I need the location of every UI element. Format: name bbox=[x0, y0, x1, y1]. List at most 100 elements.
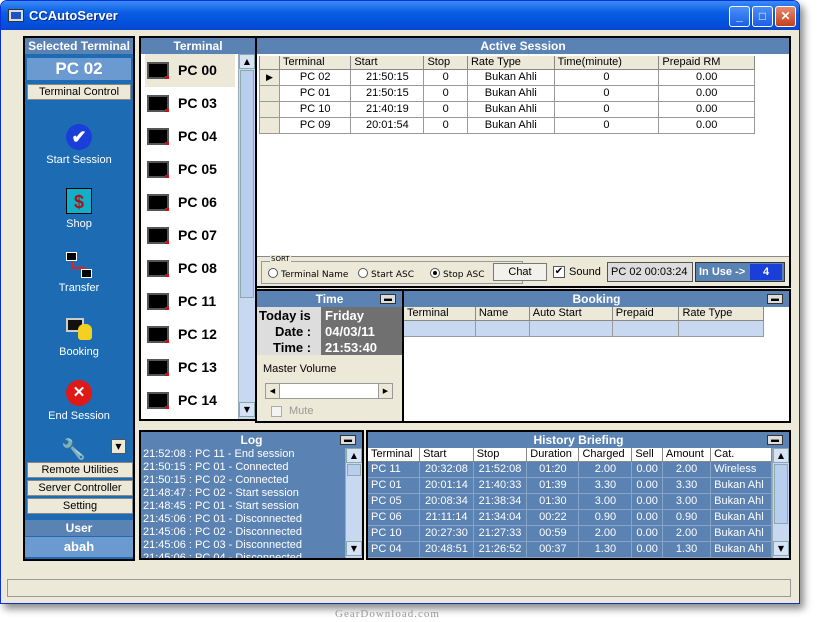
column-header[interactable]: Cat. bbox=[710, 448, 772, 462]
log-scroll-thumb[interactable] bbox=[347, 464, 361, 476]
history-scroll-down-arrow[interactable]: ▼ bbox=[773, 541, 789, 556]
sound-checkbox[interactable]: ✔ bbox=[553, 266, 565, 278]
terminal-scrollbar[interactable]: ▲ ▼ bbox=[238, 54, 255, 419]
collapse-log-button[interactable]: ▬ bbox=[340, 435, 356, 445]
scroll-up-arrow[interactable]: ▲ bbox=[239, 54, 255, 69]
terminal-item[interactable]: PC 11 bbox=[145, 285, 235, 318]
column-header[interactable]: Name bbox=[475, 307, 530, 321]
log-list[interactable]: 21:52:08 : PC 11 - End session 21:50:15 :… bbox=[141, 448, 345, 558]
column-header[interactable]: Start bbox=[419, 448, 474, 462]
history-header: History Briefing ▬ bbox=[368, 432, 789, 448]
column-header[interactable]: Sell bbox=[631, 448, 663, 462]
table-row[interactable]: PC 01 20:01:14 21:40:33 01:39 3.30 0.00 3.30 Bu… bbox=[368, 477, 772, 494]
maximize-button[interactable]: □ bbox=[752, 6, 773, 27]
remote-utilities-button[interactable]: Remote Utilities bbox=[27, 462, 133, 478]
more-dropdown-button[interactable]: ▼ bbox=[111, 439, 126, 454]
column-header[interactable]: Duration bbox=[526, 448, 580, 462]
terminal-item[interactable]: PC 12 bbox=[145, 318, 235, 351]
column-header[interactable]: Rate Type bbox=[467, 56, 555, 70]
table-row[interactable]: PC 05 20:08:34 21:38:34 01:30 3.00 0.00 3.00 Bu… bbox=[368, 493, 772, 510]
close-button[interactable]: ✕ bbox=[775, 6, 796, 27]
table-row[interactable]: PC 09 20:01:54 0 Bukan Ahli 0 0.00 bbox=[259, 117, 755, 134]
setting-button[interactable]: Setting bbox=[27, 498, 133, 514]
transfer-button[interactable]: Transfer bbox=[27, 246, 131, 304]
table-cell: 0.00 bbox=[658, 85, 755, 102]
table-row[interactable]: PC 10 20:27:30 21:27:33 00:59 2.00 0.00 2.00 Bu… bbox=[368, 525, 772, 542]
log-scrollbar[interactable]: ▲ ▼ bbox=[345, 448, 362, 558]
collapse-history-button[interactable]: ▬ bbox=[767, 435, 783, 445]
column-header[interactable]: Terminal bbox=[368, 448, 421, 462]
column-header[interactable]: Stop bbox=[423, 56, 468, 70]
log-entry: 21:48:45 : PC 01 - Start session bbox=[143, 500, 299, 512]
column-header[interactable]: Terminal bbox=[279, 56, 352, 70]
table-cell: PC 02 bbox=[279, 69, 352, 86]
end-session-button[interactable]: ✕ End Session bbox=[27, 374, 131, 432]
terminal-item[interactable]: PC 06 bbox=[145, 186, 235, 219]
history-scroll-up-arrow[interactable]: ▲ bbox=[773, 448, 789, 463]
column-header[interactable]: Auto Start bbox=[529, 307, 613, 321]
table-row[interactable]: PC 01 21:50:15 0 Bukan Ahli 0 0.00 bbox=[259, 85, 755, 102]
volume-slider[interactable]: ◀ ▶ bbox=[265, 383, 393, 399]
sort-terminal-name-radio[interactable]: Terminal Name bbox=[268, 268, 348, 280]
server-controller-button[interactable]: Server Controller bbox=[27, 480, 133, 496]
date-value: 04/03/11 bbox=[325, 324, 375, 339]
row-selector[interactable]: ▶ bbox=[259, 69, 280, 86]
title-bar[interactable]: CCAutoServer _ □ ✕ bbox=[1, 1, 799, 30]
shop-button[interactable]: $ Shop bbox=[27, 182, 131, 240]
table-row[interactable]: ▶ PC 02 21:50:15 0 Bukan Ahli 0 0.00 bbox=[259, 69, 755, 86]
column-header[interactable]: Terminal bbox=[404, 307, 476, 321]
terminal-control-tab[interactable]: Terminal Control bbox=[27, 84, 131, 100]
sort-stop-asc-radio[interactable]: Stop ASC bbox=[430, 268, 484, 280]
table-cell: 0.00 bbox=[658, 69, 755, 86]
terminal-item[interactable]: PC 03 bbox=[145, 87, 235, 120]
column-header[interactable]: Rate Type bbox=[678, 307, 764, 321]
in-use-count: 4 bbox=[750, 264, 782, 280]
minimize-button[interactable]: _ bbox=[729, 6, 750, 27]
column-header[interactable]: Stop bbox=[473, 448, 528, 462]
wrench-icon[interactable]: 🔧 bbox=[61, 438, 86, 460]
table-cell: 2.00 bbox=[578, 461, 633, 478]
chat-button[interactable]: Chat bbox=[493, 263, 547, 281]
table-cell: 0 bbox=[423, 101, 468, 118]
row-selector[interactable] bbox=[259, 101, 280, 118]
collapse-booking-button[interactable]: ▬ bbox=[767, 294, 783, 304]
selected-terminal-header: Selected Terminal bbox=[25, 38, 133, 54]
scroll-thumb[interactable] bbox=[240, 70, 254, 298]
terminal-item[interactable]: PC 14 bbox=[145, 384, 235, 417]
terminal-item[interactable]: PC 04 bbox=[145, 120, 235, 153]
row-selector[interactable] bbox=[259, 85, 280, 102]
column-header[interactable]: Prepaid bbox=[612, 307, 680, 321]
table-cell: 0 bbox=[423, 85, 468, 102]
column-header[interactable]: Prepaid RM bbox=[658, 56, 755, 70]
booking-table[interactable]: Terminal Name Auto Start Prepaid Rate Type bbox=[404, 307, 764, 337]
history-scrollbar[interactable]: ▲ ▼ bbox=[772, 448, 789, 558]
table-row[interactable]: PC 06 21:11:14 21:34:04 00:22 0.90 0.00 0.90 Bu… bbox=[368, 509, 772, 526]
left-sidebar: Selected Terminal PC 02 Terminal Control… bbox=[23, 36, 135, 561]
row-selector[interactable] bbox=[259, 117, 280, 134]
table-cell: 3.30 bbox=[578, 477, 633, 494]
scroll-down-arrow[interactable]: ▼ bbox=[239, 402, 255, 417]
terminal-item[interactable]: PC 07 bbox=[145, 219, 235, 252]
log-scroll-up-arrow[interactable]: ▲ bbox=[346, 448, 362, 463]
table-row[interactable]: PC 11 20:32:08 21:52:08 01:20 2.00 0.00 2.00 Wi… bbox=[368, 461, 772, 478]
log-scroll-down-arrow[interactable]: ▼ bbox=[346, 541, 362, 556]
sort-start-asc-radio[interactable]: Start ASC bbox=[358, 268, 414, 280]
terminal-item[interactable]: PC 13 bbox=[145, 351, 235, 384]
shop-label: Shop bbox=[66, 218, 92, 230]
start-session-button[interactable]: ✔ Start Session bbox=[27, 118, 131, 176]
terminal-item[interactable]: PC 08 bbox=[145, 252, 235, 285]
table-row[interactable]: PC 10 21:40:19 0 Bukan Ahli 0 0.00 bbox=[259, 101, 755, 118]
column-header[interactable]: Charged bbox=[578, 448, 633, 462]
terminal-item[interactable]: PC 05 bbox=[145, 153, 235, 186]
column-header[interactable]: Start bbox=[350, 56, 425, 70]
table-row[interactable]: PC 04 20:48:51 21:26:52 00:37 1.30 0.00 1.30 Bu… bbox=[368, 541, 772, 558]
history-scroll-thumb[interactable] bbox=[774, 464, 788, 524]
active-session-table[interactable]: Terminal Start Stop Rate Type Time(minute) Pr… bbox=[259, 56, 755, 134]
column-header[interactable]: Time(minute) bbox=[554, 56, 660, 70]
booking-button[interactable]: Booking bbox=[27, 310, 131, 368]
terminal-item[interactable]: PC 00 bbox=[145, 54, 235, 87]
history-table[interactable]: Terminal Start Stop Duration Charged Sell Amou… bbox=[368, 448, 772, 558]
mute-checkbox[interactable] bbox=[271, 406, 282, 417]
collapse-time-button[interactable]: ▬ bbox=[380, 294, 396, 304]
column-header[interactable]: Amount bbox=[662, 448, 712, 462]
